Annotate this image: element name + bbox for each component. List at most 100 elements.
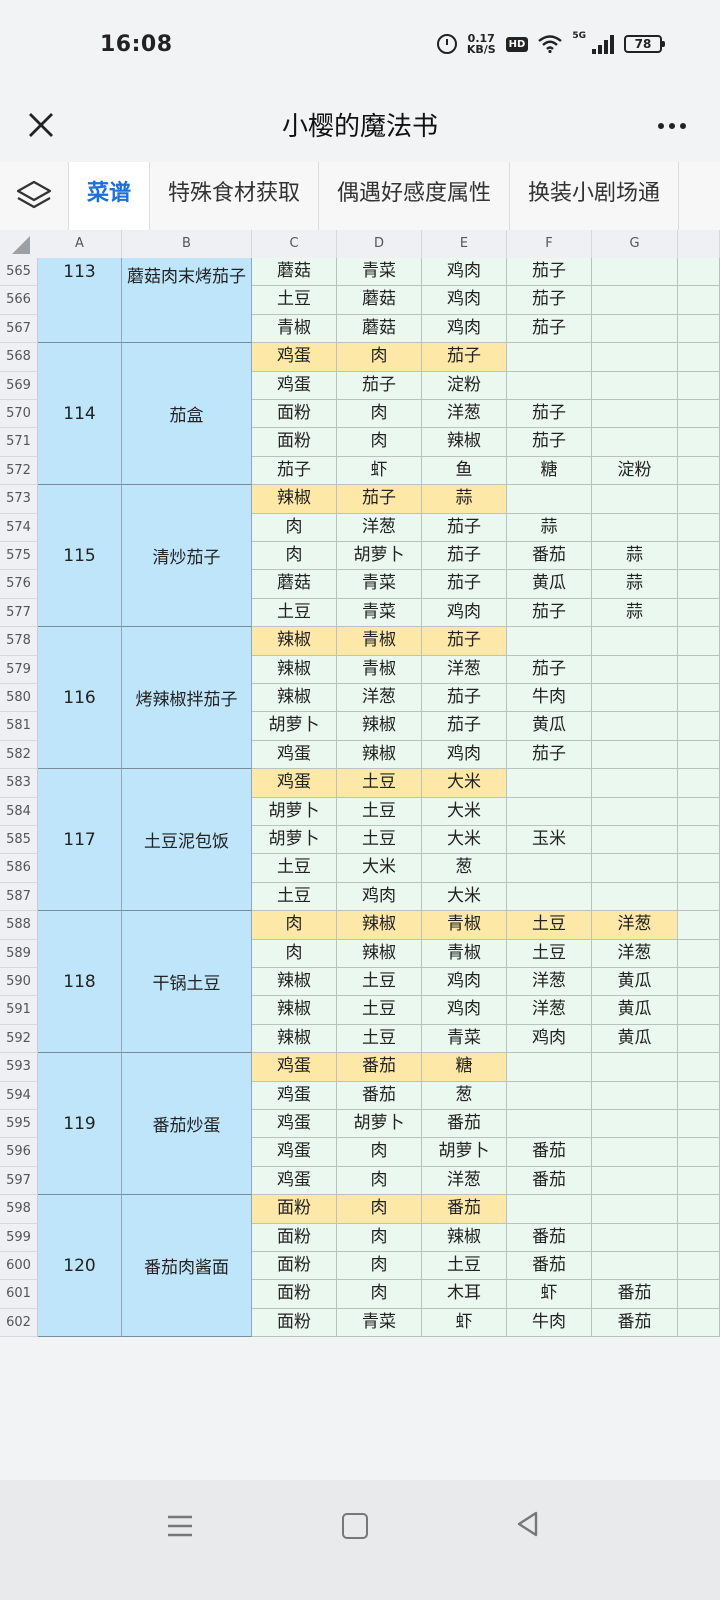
ingredient-cell[interactable] [678,314,720,344]
ingredient-cell[interactable]: 肉 [337,343,422,372]
ingredient-cell[interactable]: 土豆 [252,882,337,912]
ingredient-cell[interactable] [678,485,720,514]
recipe-id-cell[interactable]: 115 [38,485,122,628]
ingredient-cell[interactable]: 番茄 [337,1081,422,1110]
row-number[interactable]: 581 [0,712,38,741]
ingredient-cell[interactable]: 鸡肉 [422,996,507,1025]
row-number[interactable]: 596 [0,1138,38,1167]
ingredient-cell[interactable] [592,513,678,542]
ingredient-cell[interactable] [678,882,720,912]
ingredient-cell[interactable]: 肉 [337,1166,422,1196]
recipe-id-cell[interactable]: 119 [38,1053,122,1196]
ingredient-cell[interactable]: 鸡肉 [337,882,422,912]
row-number[interactable]: 572 [0,456,38,486]
ingredient-cell[interactable] [592,1081,678,1110]
ingredient-cell[interactable] [678,1308,720,1338]
ingredient-cell[interactable]: 胡萝卜 [337,542,422,571]
ingredient-cell[interactable]: 大米 [422,797,507,826]
ingredient-cell[interactable]: 番茄 [422,1110,507,1139]
ingredient-cell[interactable]: 淀粉 [592,456,678,486]
ingredient-cell[interactable] [678,911,720,940]
ingredient-cell[interactable]: 番茄 [592,1280,678,1309]
ingredient-cell[interactable] [592,854,678,883]
ingredient-cell[interactable]: 辣椒 [337,911,422,940]
ingredient-cell[interactable]: 茄子 [422,542,507,571]
ingredient-cell[interactable]: 鸡蛋 [252,371,337,400]
ingredient-cell[interactable] [592,371,678,400]
ingredient-cell[interactable] [592,1223,678,1252]
ingredient-cell[interactable]: 胡萝卜 [252,797,337,826]
ingredient-cell[interactable] [678,513,720,542]
row-number[interactable]: 593 [0,1053,38,1082]
ingredient-cell[interactable]: 土豆 [507,911,592,940]
ingredient-cell[interactable]: 茄子 [507,740,592,770]
ingredient-cell[interactable] [592,400,678,429]
ingredient-cell[interactable]: 茄子 [507,400,592,429]
ingredient-cell[interactable]: 茄子 [422,513,507,542]
back-icon[interactable] [514,1510,542,1538]
row-number[interactable]: 578 [0,627,38,656]
ingredient-cell[interactable]: 牛肉 [507,684,592,713]
ingredient-cell[interactable]: 肉 [337,1223,422,1252]
ingredient-cell[interactable]: 辣椒 [252,655,337,684]
ingredient-cell[interactable]: 番茄 [507,1252,592,1281]
recipe-name-cell[interactable]: 土豆泥包饭 [122,769,252,912]
row-number[interactable]: 599 [0,1223,38,1252]
ingredient-cell[interactable]: 黄瓜 [592,996,678,1025]
ingredient-cell[interactable]: 洋葱 [422,400,507,429]
row-number[interactable]: 583 [0,769,38,798]
ingredient-cell[interactable] [678,826,720,855]
ingredient-cell[interactable]: 肉 [252,513,337,542]
ingredient-cell[interactable]: 辣椒 [337,939,422,968]
recipe-id-cell[interactable]: 118 [38,911,122,1054]
ingredient-cell[interactable]: 鸡肉 [422,968,507,997]
row-number[interactable]: 600 [0,1252,38,1281]
ingredient-cell[interactable] [678,1053,720,1082]
ingredient-cell[interactable]: 面粉 [252,1195,337,1224]
ingredient-cell[interactable]: 茄子 [422,627,507,656]
ingredient-cell[interactable]: 番茄 [507,542,592,571]
ingredient-cell[interactable]: 面粉 [252,1252,337,1281]
column-header-d[interactable]: D [337,230,422,258]
ingredient-cell[interactable] [678,740,720,770]
menu-icon[interactable] [166,1512,194,1540]
ingredient-cell[interactable]: 土豆 [337,996,422,1025]
ingredient-cell[interactable]: 洋葱 [422,1166,507,1196]
ingredient-cell[interactable]: 鸡蛋 [252,343,337,372]
row-number[interactable]: 577 [0,598,38,628]
ingredient-cell[interactable]: 面粉 [252,1223,337,1252]
ingredient-cell[interactable] [678,769,720,798]
ingredient-cell[interactable]: 洋葱 [592,939,678,968]
ingredient-cell[interactable] [592,769,678,798]
ingredient-cell[interactable] [678,996,720,1025]
home-icon[interactable] [342,1513,368,1539]
row-number[interactable]: 601 [0,1280,38,1309]
ingredient-cell[interactable]: 洋葱 [337,513,422,542]
ingredient-cell[interactable]: 大米 [422,826,507,855]
ingredient-cell[interactable]: 番茄 [507,1166,592,1196]
ingredient-cell[interactable]: 黄瓜 [592,1024,678,1054]
ingredient-cell[interactable]: 茄子 [507,655,592,684]
ingredient-cell[interactable]: 番茄 [507,1223,592,1252]
ingredient-cell[interactable] [592,485,678,514]
ingredient-cell[interactable]: 土豆 [337,1024,422,1054]
row-number[interactable]: 573 [0,485,38,514]
ingredient-cell[interactable]: 胡萝卜 [422,1138,507,1167]
ingredient-cell[interactable]: 茄子 [422,570,507,599]
ingredient-cell[interactable]: 黄瓜 [592,968,678,997]
row-number[interactable]: 587 [0,882,38,912]
ingredient-cell[interactable] [592,1053,678,1082]
ingredient-cell[interactable]: 面粉 [252,1280,337,1309]
ingredient-cell[interactable]: 玉米 [507,826,592,855]
ingredient-cell[interactable]: 牛肉 [507,1308,592,1338]
ingredient-cell[interactable]: 青椒 [337,655,422,684]
ingredient-cell[interactable]: 木耳 [422,1280,507,1309]
ingredient-cell[interactable]: 辣椒 [422,428,507,457]
ingredient-cell[interactable]: 青菜 [422,1024,507,1054]
more-icon[interactable] [652,106,692,146]
ingredient-cell[interactable]: 虾 [337,456,422,486]
ingredient-cell[interactable]: 鱼 [422,456,507,486]
ingredient-cell[interactable]: 鸡肉 [422,258,507,287]
ingredient-cell[interactable]: 糖 [422,1053,507,1082]
ingredient-cell[interactable]: 蒜 [592,542,678,571]
